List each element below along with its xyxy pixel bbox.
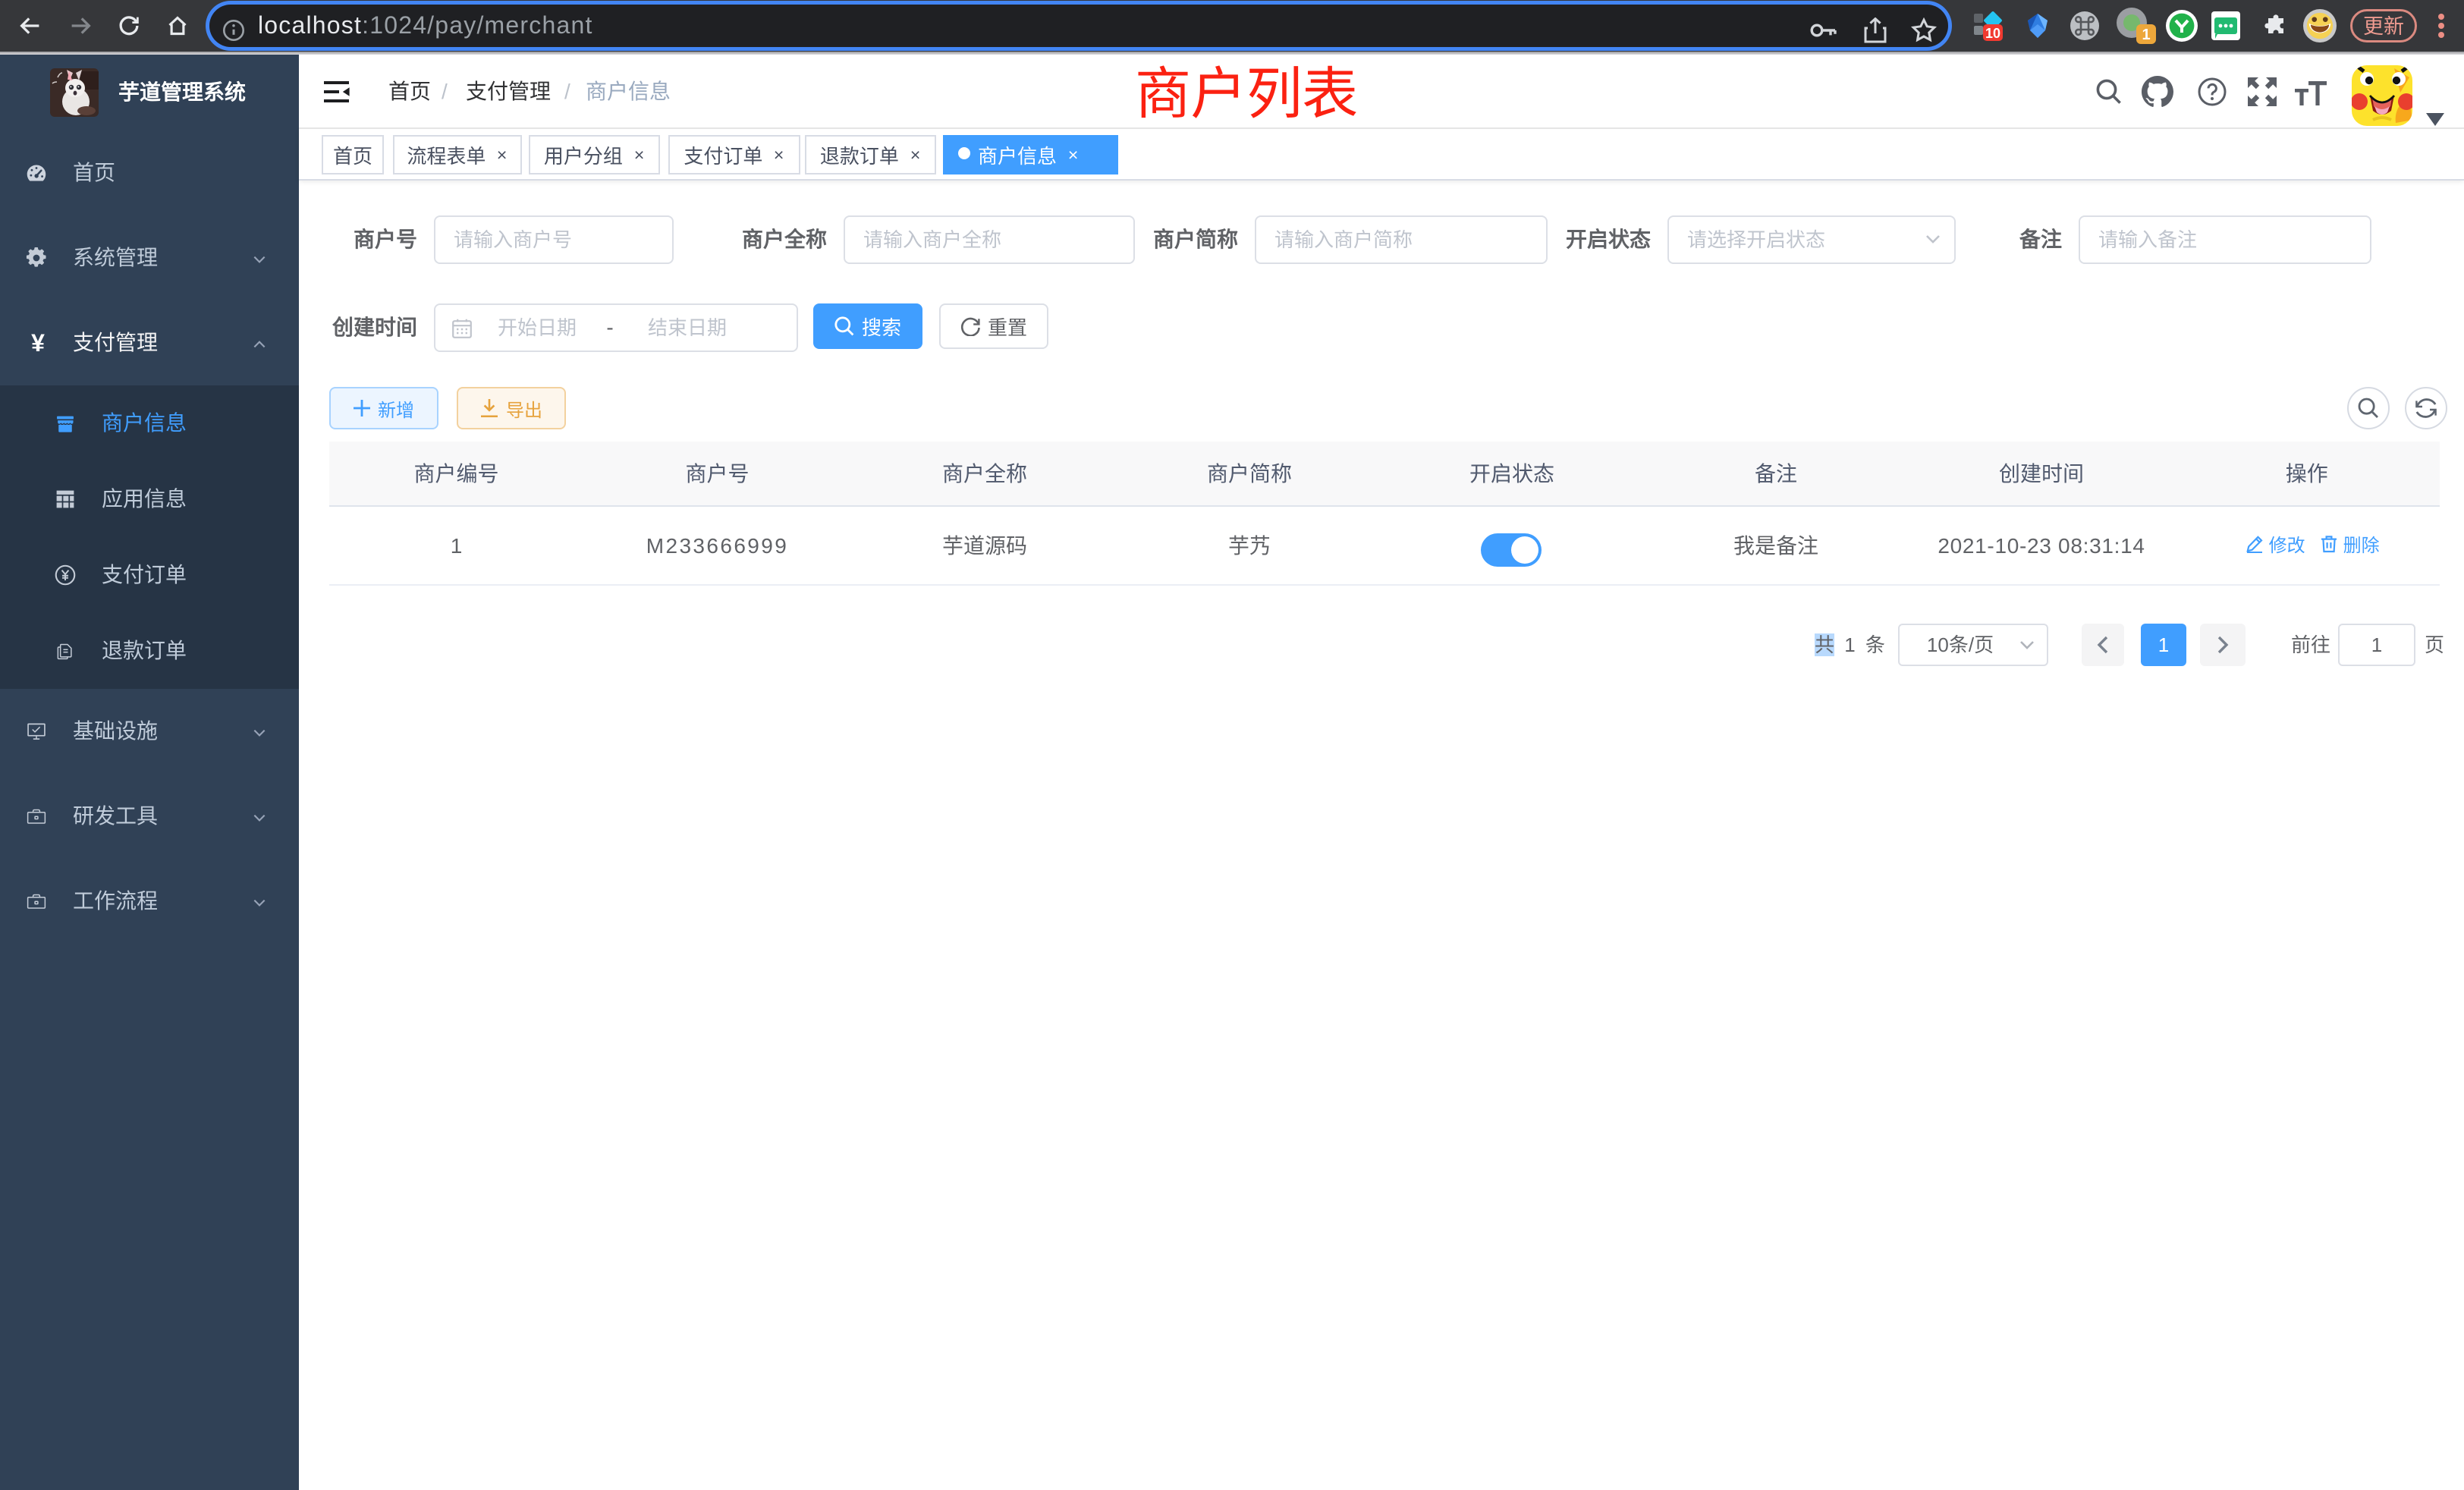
svg-text:1: 1 <box>2142 27 2150 43</box>
svg-text:10: 10 <box>1985 26 2000 41</box>
